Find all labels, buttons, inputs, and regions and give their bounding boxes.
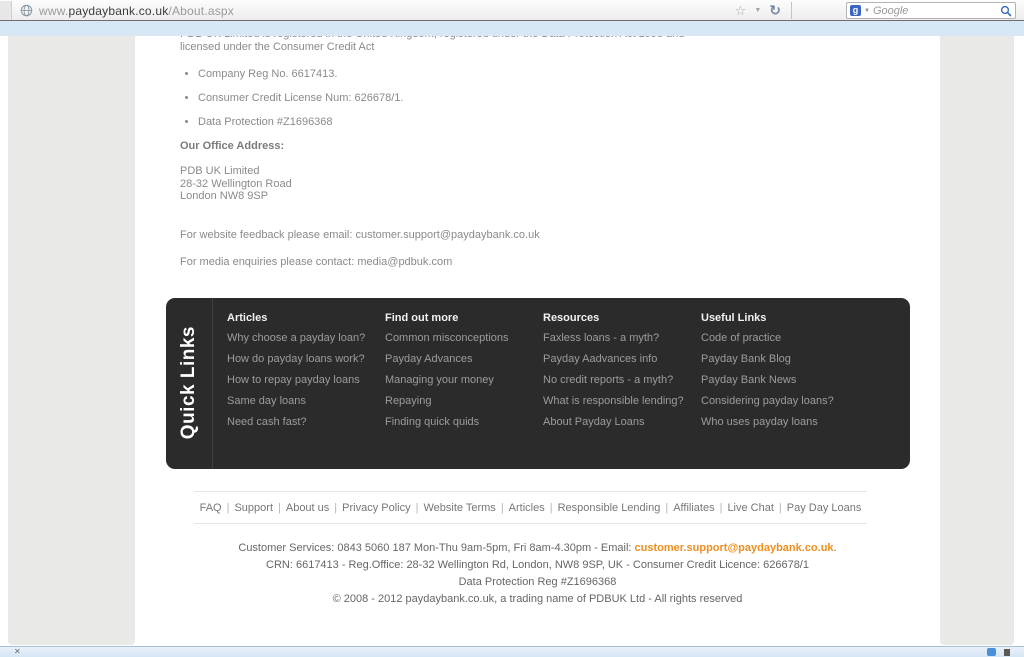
bookmark-star-icon[interactable]: ☆ bbox=[735, 4, 747, 17]
quick-link[interactable]: Payday Bank Blog bbox=[701, 353, 859, 365]
nav-separator: | bbox=[778, 501, 782, 514]
quick-link[interactable]: Payday Advances bbox=[385, 353, 543, 365]
footer-nav-link[interactable]: Live Chat bbox=[727, 502, 773, 514]
quick-link[interactable]: Finding quick quids bbox=[385, 416, 543, 428]
footer-nav-link[interactable]: Privacy Policy bbox=[342, 502, 410, 514]
urlbar-actions: ☆ ▼ ↻ bbox=[735, 0, 794, 21]
quick-link[interactable]: Need cash fast? bbox=[227, 416, 385, 428]
search-input[interactable] bbox=[872, 4, 1000, 17]
quick-link[interactable]: What is responsible lending? bbox=[543, 395, 701, 407]
nav-separator: | bbox=[719, 501, 723, 514]
quick-link[interactable]: Payday Bank News bbox=[701, 374, 859, 386]
registration-bullet-list: Company Reg No. 6617413. Consumer Credit … bbox=[198, 68, 895, 128]
nav-separator: | bbox=[549, 501, 553, 514]
quick-links-column-header: Resources bbox=[543, 311, 600, 324]
quick-links-column-header: Useful Links bbox=[701, 311, 767, 324]
customer-suffix: . bbox=[833, 541, 837, 554]
quick-links-column: Useful Links Code of practice Payday Bank … bbox=[701, 312, 859, 438]
nav-separator: | bbox=[226, 501, 230, 514]
customer-prefix: Customer Services: 0843 5060 187 Mon-Thu… bbox=[238, 541, 635, 554]
address-line-3: London NW8 9SP bbox=[180, 190, 269, 202]
page-top-band bbox=[0, 21, 1024, 36]
magnifier-icon[interactable] bbox=[1000, 5, 1012, 17]
footer-info: Customer Services: 0843 5060 187 Mon-Thu… bbox=[180, 541, 895, 605]
url-path: /About.aspx bbox=[168, 3, 234, 18]
url-domain: paydaybank.co.uk bbox=[68, 3, 169, 18]
addon-bar: ✕ bbox=[0, 646, 1024, 657]
crn-line: CRN: 6617413 - Reg.Office: 28-32 Welling… bbox=[266, 558, 809, 571]
browser-chrome: www.paydaybank.co.uk/About.aspx ☆ ▼ ↻ g … bbox=[0, 0, 1024, 21]
footer-nav-link[interactable]: Pay Day Loans bbox=[787, 502, 862, 514]
nav-separator: | bbox=[415, 501, 419, 514]
quick-link[interactable]: Common misconceptions bbox=[385, 332, 543, 344]
registration-bullet-item: Consumer Credit License Num: 626678/1. bbox=[198, 92, 895, 104]
quick-link[interactable]: How to repay payday loans bbox=[227, 374, 385, 386]
globe-icon bbox=[20, 4, 33, 17]
quick-link[interactable]: Considering payday loans? bbox=[701, 395, 859, 407]
address-line-1: PDB UK Limited bbox=[180, 165, 260, 177]
quick-link[interactable]: Same day loans bbox=[227, 395, 385, 407]
quick-links-column: Find out more Common misconceptions Payday… bbox=[385, 312, 543, 438]
reload-icon[interactable]: ↻ bbox=[769, 2, 781, 19]
copyright-line: © 2008 - 2012 paydaybank.co.uk, a tradin… bbox=[332, 592, 743, 605]
nav-separator: | bbox=[500, 501, 504, 514]
quick-link[interactable]: Code of practice bbox=[701, 332, 859, 344]
feedback-line: For website feedback please email: custo… bbox=[180, 228, 540, 241]
registration-bullet-item: Data Protection #Z1696368 bbox=[198, 116, 895, 128]
intro-line-2: licensed under the Consumer Credit Act bbox=[180, 41, 375, 53]
page-content: PDB UK Limited is registered in the Unit… bbox=[135, 21, 940, 611]
customer-email-link[interactable]: customer.support@paydaybank.co.uk bbox=[635, 542, 834, 554]
quick-links-strip: Quick Links bbox=[166, 297, 213, 469]
footer-nav: FAQ | Support | About us | Privacy Policy | Webs… bbox=[194, 490, 867, 524]
data-protection-line: Data Protection Reg #Z1696368 bbox=[458, 575, 617, 588]
url-www: www. bbox=[39, 3, 69, 18]
quick-links-column: Articles Why choose a payday loan? How do … bbox=[227, 312, 385, 438]
footer-nav-link[interactable]: Articles bbox=[509, 502, 545, 514]
quick-link[interactable]: About Payday Loans bbox=[543, 416, 701, 428]
footer-nav-link[interactable]: Affiliates bbox=[673, 502, 714, 514]
office-address: PDB UK Limited 28-32 Wellington Road Lon… bbox=[180, 165, 895, 203]
quick-link[interactable]: Who uses payday loans bbox=[701, 416, 859, 428]
urlbar-dropdown-icon[interactable]: ▼ bbox=[754, 7, 761, 14]
quick-link[interactable]: Payday Aadvances info bbox=[543, 353, 701, 365]
quick-link[interactable]: No credit reports - a myth? bbox=[543, 374, 701, 386]
footer-nav-link[interactable]: FAQ bbox=[200, 502, 222, 514]
address-line-2: 28-32 Wellington Road bbox=[180, 177, 292, 190]
quick-links-panel: Quick Links Articles Why choose a payday … bbox=[166, 297, 910, 469]
footer-nav-link[interactable]: Support bbox=[234, 502, 273, 514]
footer-nav-link[interactable]: About us bbox=[286, 502, 329, 514]
footer-nav-link[interactable]: Responsible Lending bbox=[558, 502, 661, 514]
url-bar[interactable]: www.paydaybank.co.uk/About.aspx bbox=[0, 1, 800, 20]
google-engine-icon[interactable]: g bbox=[850, 5, 861, 16]
registration-bullet-item: Company Reg No. 6617413. bbox=[198, 68, 895, 80]
nav-separator: | bbox=[278, 501, 281, 514]
toolbar-separator bbox=[791, 2, 792, 19]
nav-separator: | bbox=[334, 501, 338, 514]
quick-link[interactable]: How do payday loans work? bbox=[227, 353, 385, 365]
quick-link[interactable]: Why choose a payday loan? bbox=[227, 332, 385, 344]
quick-links-label: Quick Links bbox=[178, 326, 199, 440]
quick-link[interactable]: Faxless loans - a myth? bbox=[543, 332, 701, 344]
footer-nav-link[interactable]: Website Terms bbox=[423, 502, 495, 514]
media-line: For media enquiries please contact: medi… bbox=[180, 255, 453, 268]
quick-link[interactable]: Repaying bbox=[385, 395, 543, 407]
quick-links-column-header: Articles bbox=[227, 311, 268, 324]
url-text: www.paydaybank.co.uk/About.aspx bbox=[39, 4, 234, 18]
resize-corner bbox=[1004, 649, 1010, 656]
addon-app-icon[interactable] bbox=[987, 648, 996, 656]
customer-services-line: Customer Services: 0843 5060 187 Mon-Thu… bbox=[180, 541, 895, 554]
search-box[interactable]: g ▼ bbox=[846, 2, 1016, 19]
quick-link[interactable]: Managing your money bbox=[385, 374, 543, 386]
office-address-heading: Our Office Address: bbox=[180, 140, 285, 152]
quick-links-column-header: Find out more bbox=[385, 311, 459, 324]
quick-links-column: Resources Faxless loans - a myth? Payday A… bbox=[543, 312, 701, 438]
window-edge bbox=[0, 1, 12, 20]
page-right-margin bbox=[940, 36, 1014, 645]
close-icon[interactable]: ✕ bbox=[14, 648, 21, 656]
nav-separator: | bbox=[665, 501, 669, 514]
quick-links-columns: Articles Why choose a payday loan? How do … bbox=[227, 312, 859, 438]
search-engine-dropdown-icon[interactable]: ▼ bbox=[864, 8, 870, 14]
page-left-margin bbox=[8, 36, 135, 645]
